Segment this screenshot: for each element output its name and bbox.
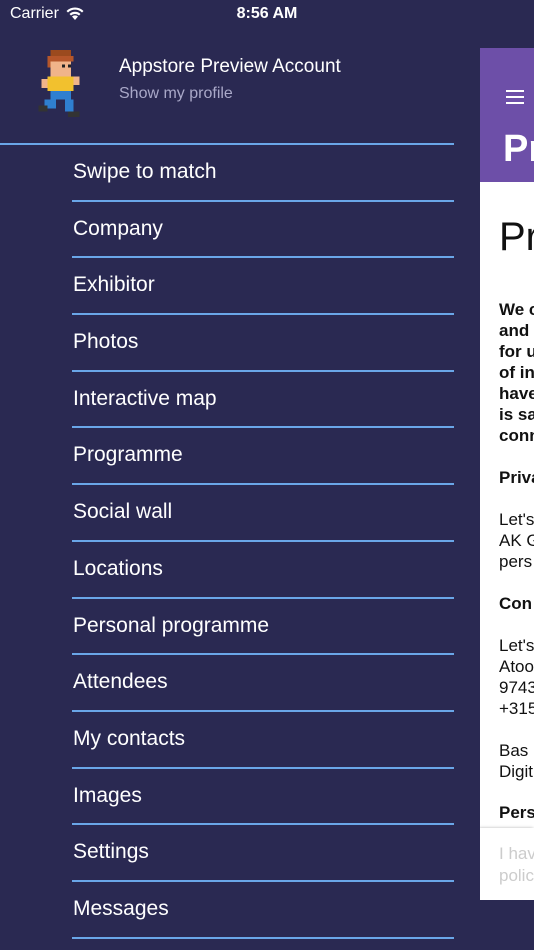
page-bottom-area xyxy=(480,900,534,950)
menu-item-label: Attendees xyxy=(73,670,168,694)
consent-card[interactable]: I hav polic xyxy=(480,828,534,900)
menu-item-personal-programme[interactable]: Personal programme xyxy=(0,599,480,656)
menu-item-label: Company xyxy=(73,216,163,240)
menu-item-label: Photos xyxy=(73,330,139,354)
navigation-drawer: Appstore Preview Account Show my profile… xyxy=(0,0,480,950)
page-text-line: have xyxy=(499,384,534,403)
page-text-line: Atoo xyxy=(499,657,534,676)
card-text-line: polic xyxy=(499,866,534,885)
menu-item-label: Settings xyxy=(73,840,149,864)
avatar xyxy=(38,50,80,118)
menu-item-programme[interactable]: Programme xyxy=(0,428,480,485)
menu-item-label: Exhibitor xyxy=(73,273,155,297)
profile-header[interactable]: Appstore Preview Account Show my profile xyxy=(0,40,480,143)
page-text-line: and xyxy=(499,321,530,340)
menu-item-swipe-to-match[interactable]: Swipe to match xyxy=(0,145,480,202)
background-page[interactable]: Pr Pr We c and for u of in have is sa co… xyxy=(480,0,534,950)
page-text-line: pers xyxy=(499,552,533,571)
menu-item-company[interactable]: Company xyxy=(0,202,480,259)
page-text-line: We c xyxy=(499,300,534,319)
page-section-heading: Pers xyxy=(499,803,534,822)
menu-item-my-contacts[interactable]: My contacts xyxy=(0,712,480,769)
menu-item-photos[interactable]: Photos xyxy=(0,315,480,372)
profile-name: Appstore Preview Account xyxy=(119,56,341,77)
menu-item-attendees[interactable]: Attendees xyxy=(0,655,480,712)
menu-item-exhibitor[interactable]: Exhibitor xyxy=(0,258,480,315)
menu-item-social-wall[interactable]: Social wall xyxy=(0,485,480,542)
page-text-line: conn xyxy=(499,426,534,445)
page-title: Pr xyxy=(499,215,534,259)
menu-item-messages[interactable]: Messages xyxy=(0,882,480,939)
page-text-line: for u xyxy=(499,342,534,361)
menu-item-label: Swipe to match xyxy=(73,160,217,183)
menu-item-label: Personal programme xyxy=(73,613,270,637)
menu-item-label: Programme xyxy=(73,443,183,467)
page-text-line: Let's xyxy=(499,636,534,655)
page-text-line: of in xyxy=(499,363,534,382)
menu-item-label: Messages xyxy=(73,896,169,920)
menu-item-label: My contacts xyxy=(73,726,186,750)
page-text-line: Bas xyxy=(499,741,529,760)
menu-item-locations[interactable]: Locations xyxy=(0,542,480,599)
header-title: Pr xyxy=(503,128,534,170)
page-text-line: 9743 xyxy=(499,678,534,697)
page-section-heading: Priva xyxy=(499,468,534,487)
page-section-heading: Con xyxy=(499,594,533,613)
menu-item-images[interactable]: Images xyxy=(0,769,480,826)
card-text-line: I hav xyxy=(499,844,534,863)
page-status-area xyxy=(480,0,534,48)
menu-item-label: Interactive map xyxy=(73,386,217,410)
menu-list: Swipe to match Company Exhibitor Photos … xyxy=(0,145,480,939)
page-text-line: +315 xyxy=(499,699,534,718)
menu-item-label: Locations xyxy=(73,556,163,580)
page-text-line: Digit xyxy=(499,762,534,781)
menu-item-label: Images xyxy=(73,783,142,807)
page-text-line: AK G xyxy=(499,531,534,550)
page-header: Pr xyxy=(480,48,534,182)
menu-item-label: Social wall xyxy=(73,500,173,524)
menu-item-interactive-map[interactable]: Interactive map xyxy=(0,372,480,429)
show-profile-link[interactable]: Show my profile xyxy=(119,85,233,103)
page-text-line: is sa xyxy=(499,405,534,424)
hamburger-menu-icon[interactable] xyxy=(506,90,524,108)
page-text-line: Let's xyxy=(499,510,534,529)
menu-item-settings[interactable]: Settings xyxy=(0,825,480,882)
